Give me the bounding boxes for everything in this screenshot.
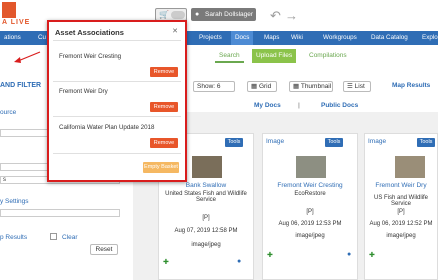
nav-item-projects[interactable]: Projects [195,31,226,45]
tab-upload-files[interactable]: Upload Files [252,49,297,63]
source-label: ource [0,109,17,116]
user-icon: ● [195,11,200,18]
nav-item-data-catalog[interactable]: Data Catalog [367,31,412,45]
nav-item-docs[interactable]: Docs [231,31,254,45]
association-name: Fremont Weir Dry [59,88,108,95]
card-org: United States Fish and Wildlife Service [165,191,247,203]
add-to-basket-icon[interactable]: ✚ [267,251,273,259]
user-name: Sarah Dollslager [205,11,254,18]
cart-icon: 🛒 [159,10,169,19]
settings-label: y Settings [0,198,29,205]
cart-switch[interactable] [171,11,185,19]
popup-title: Asset Associations [55,28,124,37]
thumbnail-view-button[interactable]: ▦ Thumbnail [289,81,333,92]
card-org: US Fish and Wildlife Service [373,195,429,207]
card-tools-button[interactable]: Tools [417,138,435,147]
asset-associations-popup: Asset Associations ✕ Fremont Weir Cresti… [47,20,187,182]
remove-button[interactable]: Remove [150,67,178,77]
tab-compilations[interactable]: Compilations [305,49,351,63]
back-arrow-icon[interactable]: ↶ [270,8,281,24]
card-thumbnail[interactable] [296,156,326,178]
logo[interactable]: A LIVE [0,0,38,27]
card-type: Image [266,138,285,145]
doc-card[interactable]: Image Tools Fremont Weir Dry US Fish and… [364,133,438,280]
close-icon[interactable]: ✕ [171,28,179,36]
card-thumbnail[interactable] [395,156,425,178]
card-date: Aug 06, 2019 12:52 PM [369,221,433,227]
card-mime: image/jpeg [191,242,221,248]
popup-divider [53,40,181,41]
tab-public-docs[interactable]: Public Docs [321,102,358,109]
user-menu-button[interactable]: ● Sarah Dollslager [191,8,256,21]
thumbnail-label: Thumbnail [300,83,332,90]
nav-item-wiki[interactable]: Wiki [287,31,307,45]
card-tools-button[interactable]: Tools [325,138,343,147]
card-date: Aug 07, 2019 12:58 PM [174,228,238,234]
add-to-basket-icon[interactable]: ✚ [163,258,169,266]
empty-basket-button[interactable]: Empty Basket [143,162,179,173]
list-icon: ☰ [347,83,355,90]
card-p: [P] [397,209,405,215]
share-icon[interactable]: ● [347,251,351,258]
reset-button[interactable]: Reset [90,244,118,255]
logo-mark [2,2,16,18]
card-p: [P] [306,209,314,215]
map-results-toggle[interactable]: Map Results [392,82,430,89]
clear-checkbox[interactable] [50,233,57,240]
popup-divider [53,116,181,117]
nav-item-maps[interactable]: Maps [260,31,283,45]
sidebar-title: AND FILTER [0,82,42,89]
nav-item-applications[interactable]: ations [0,31,25,45]
forward-arrow-icon[interactable]: → [285,8,298,23]
clear-link[interactable]: Clear [62,234,78,241]
add-to-basket-icon[interactable]: ✚ [369,251,375,259]
card-tools-button[interactable]: Tools [225,138,243,147]
grid-icon: ▦ [251,83,259,90]
popup-divider [53,153,181,154]
list-view-button[interactable]: ☰ List [343,81,371,92]
card-date: Aug 06, 2019 12:53 PM [278,221,342,227]
association-name: Fremont Weir Cresting [59,53,122,60]
card-mime: image/jpeg [295,233,325,239]
grid-view-button[interactable]: ▦ Grid [247,81,277,92]
show-select[interactable]: Show: 6 [193,81,235,92]
card-title[interactable]: Bank Swallow [159,182,253,189]
card-mime: image/jpeg [386,233,416,239]
map-results-label: p Results [0,234,28,241]
list-label: List [354,83,365,90]
popup-divider [53,81,181,82]
card-title[interactable]: Fremont Weir Cresting [263,182,357,189]
docs-tab-separator: | [298,102,300,109]
remove-button[interactable]: Remove [150,138,178,148]
logo-text: A LIVE [2,19,31,26]
filter-field-d[interactable] [0,209,120,217]
card-p: [P] [202,215,210,221]
tab-my-docs[interactable]: My Docs [254,102,281,109]
grid-label: Grid [258,83,272,90]
card-thumbnail[interactable] [192,156,222,178]
docs-subtabs: Search Upload Files Compilations [190,49,438,63]
share-icon[interactable]: ● [237,258,241,265]
thumbnail-icon: ▦ [293,83,301,90]
association-name: California Water Plan Update 2018 [59,124,155,131]
card-title[interactable]: Fremont Weir Dry [365,182,437,189]
remove-button[interactable]: Remove [150,102,178,112]
card-type: Image [368,138,387,145]
tab-search[interactable]: Search [215,49,244,63]
doc-card[interactable]: Image Tools Fremont Weir Cresting EcoRes… [262,133,358,280]
card-org: EcoRestore [294,191,326,197]
nav-item-explore[interactable]: Explore [418,31,438,45]
nav-item-workgroups[interactable]: Workgroups [319,31,361,45]
